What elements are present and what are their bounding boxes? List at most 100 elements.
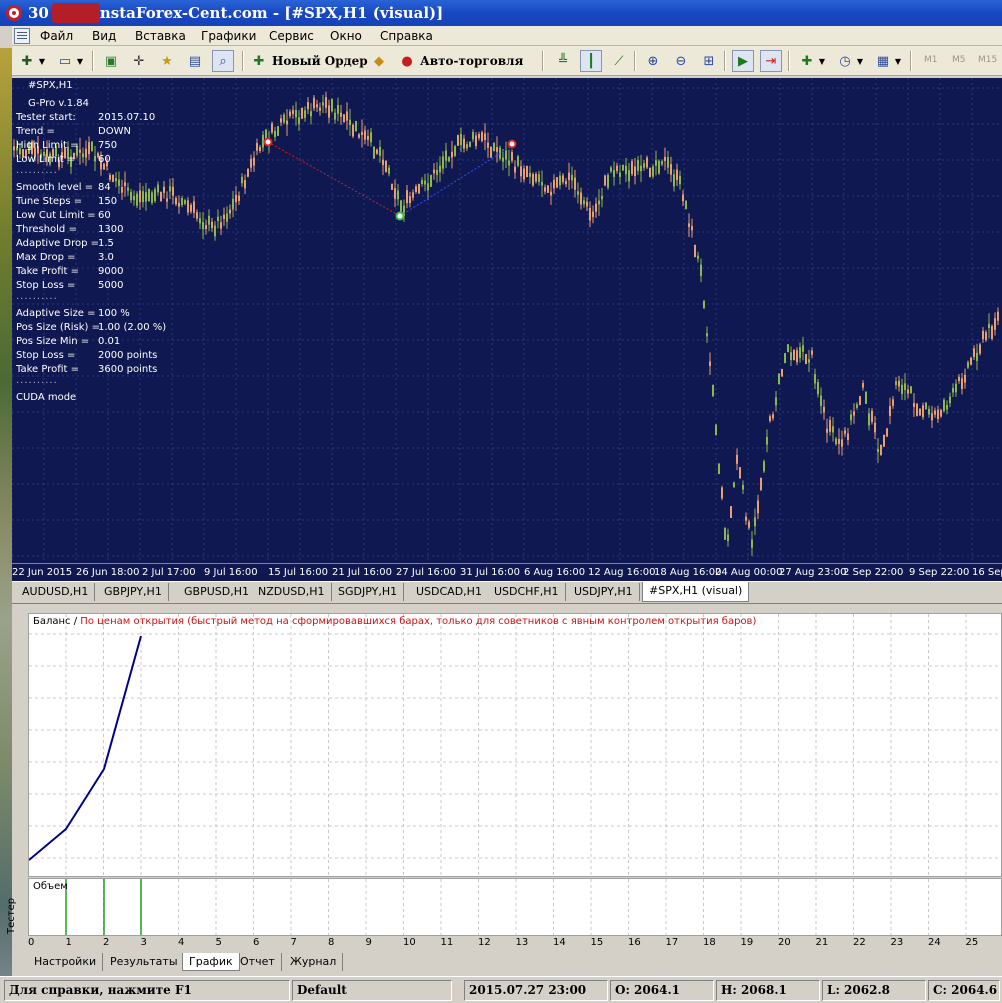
candle-body <box>682 194 684 202</box>
menu-insert[interactable]: Вставка <box>135 29 186 43</box>
candle-body <box>388 167 390 174</box>
chart-tab[interactable]: USDCHF,H1 <box>488 583 566 601</box>
candle-body <box>997 311 999 321</box>
periods-icon[interactable]: ◷ <box>834 50 856 72</box>
timeframe-m5[interactable]: M5 <box>952 55 966 65</box>
chart-tab[interactable]: AUDUSD,H1 <box>16 583 96 601</box>
chart-tab[interactable]: GBPUSD,H1 <box>178 583 256 601</box>
chart-tabs: AUDUSD,H1 GBPJPY,H1 GBPUSD,H1 NZDUSD,H1 SGDJ… <box>12 581 1002 602</box>
document-icon[interactable] <box>14 28 30 44</box>
menu-help[interactable]: Справка <box>380 29 433 43</box>
candle-body <box>115 178 117 182</box>
tester-tab[interactable]: Результаты <box>104 953 185 971</box>
candle-body <box>937 409 939 419</box>
candle-body <box>811 350 813 355</box>
candle-body <box>334 112 336 120</box>
candle-body <box>430 174 432 187</box>
menu-charts[interactable]: Графики <box>201 29 256 43</box>
candle-body <box>529 172 531 177</box>
chart-tab[interactable]: SGDJPY,H1 <box>332 583 405 601</box>
candle-body <box>601 195 603 200</box>
info-label: High Limit = <box>16 140 79 151</box>
zoom-in-icon[interactable]: ⊕ <box>642 50 664 72</box>
line-chart-icon[interactable]: ⟋ <box>608 50 630 72</box>
candlestick-icon[interactable]: ┃ <box>580 50 602 72</box>
candle-body <box>466 144 468 149</box>
dropdown-arrow-icon[interactable]: ▼ <box>892 50 904 72</box>
candle-body <box>460 134 462 146</box>
candle-body <box>724 527 726 540</box>
dropdown-arrow-icon[interactable]: ▼ <box>816 50 828 72</box>
candle-body <box>616 165 618 171</box>
candle-body <box>892 399 894 406</box>
tester-tab[interactable]: Журнал <box>284 953 344 971</box>
candle-body <box>676 169 678 180</box>
new-order-button[interactable]: Новый Ордер <box>272 54 368 68</box>
indicators-icon[interactable]: ✚ <box>796 50 818 72</box>
candle-body <box>283 114 285 123</box>
candle-body <box>718 463 720 475</box>
candle-body <box>781 368 783 377</box>
candle-body <box>829 420 831 432</box>
chart-tab[interactable]: USDCAD,H1 <box>410 583 489 601</box>
terminal-icon[interactable]: ▤ <box>184 50 206 72</box>
menu-file[interactable]: Файл <box>40 29 73 43</box>
candle-body <box>523 168 525 180</box>
templates-icon[interactable]: ▦ <box>872 50 894 72</box>
crosshair-icon[interactable]: ✛ <box>128 50 150 72</box>
chart-tab[interactable]: USDJPY,H1 <box>568 583 640 601</box>
strategy-tester-icon[interactable]: ⌕ <box>212 50 234 72</box>
trade-tick-label: 5 <box>215 937 222 948</box>
new-order-icon[interactable]: ✚ <box>248 50 270 72</box>
tester-tab[interactable]: Настройки <box>28 953 104 971</box>
tile-windows-icon[interactable]: ⊞ <box>698 50 720 72</box>
dropdown-arrow-icon[interactable]: ▼ <box>854 50 866 72</box>
candle-body <box>289 111 291 117</box>
price-chart[interactable]: #SPX,H1 G-Pro v.1.84 Tester start: 2015.07… <box>12 78 1002 581</box>
candle-body <box>985 332 987 340</box>
navigator-icon[interactable]: ★ <box>156 50 178 72</box>
candle-body <box>337 105 339 114</box>
menu-view[interactable]: Вид <box>92 29 116 43</box>
profiles-icon[interactable]: ▭ <box>54 50 76 72</box>
candle-body <box>190 204 192 212</box>
candle-body <box>961 378 963 390</box>
dropdown-arrow-icon[interactable]: ▼ <box>74 50 86 72</box>
chart-shift-icon[interactable]: ⇥ <box>760 50 782 72</box>
menu-window[interactable]: Окно <box>330 29 362 43</box>
info-label: Tune Steps = <box>16 196 83 207</box>
chart-tab[interactable]: NZDUSD,H1 <box>252 583 332 601</box>
bar-chart-icon[interactable]: ╩ <box>552 50 574 72</box>
auto-trading-button[interactable]: Авто-торговля <box>420 54 523 68</box>
title-bar[interactable]: 30 InstaForex-Cent.com - [#SPX,H1 (visual… <box>0 0 1002 26</box>
candle-body <box>292 110 294 115</box>
timeframe-m15[interactable]: M15 <box>978 55 997 65</box>
candle-body <box>328 105 330 118</box>
candle-body <box>766 436 768 445</box>
info-value: 3600 points <box>98 364 158 375</box>
candle-body <box>517 156 519 166</box>
metaeditor-icon[interactable]: ◆ <box>368 50 390 72</box>
candle-body <box>535 173 537 182</box>
candle-body <box>847 433 849 441</box>
tester-tab[interactable]: Отчет <box>234 953 282 971</box>
candle-body <box>817 382 819 395</box>
chart-tab[interactable]: #SPX,H1 (visual) <box>642 582 750 602</box>
auto-trading-icon[interactable]: ● <box>396 50 418 72</box>
market-watch-icon[interactable]: ▣ <box>100 50 122 72</box>
candle-body <box>802 345 804 352</box>
zoom-out-icon[interactable]: ⊖ <box>670 50 692 72</box>
candle-body <box>727 534 729 541</box>
chart-tab[interactable]: GBPJPY,H1 <box>98 583 169 601</box>
model-mode-text: По ценам открытия (быстрый метод на сфор… <box>80 616 757 627</box>
candle-body <box>310 111 312 117</box>
candle-body <box>508 160 510 166</box>
candle-body <box>457 134 459 146</box>
new-chart-icon[interactable]: ✚ <box>16 50 38 72</box>
menu-tools[interactable]: Сервис <box>269 29 314 43</box>
timeframe-m1[interactable]: M1 <box>924 55 938 65</box>
info-label: Low Limit = <box>16 154 76 165</box>
dropdown-arrow-icon[interactable]: ▼ <box>36 50 48 72</box>
tester-tab[interactable]: График <box>182 953 240 971</box>
auto-scroll-icon[interactable]: ▶ <box>732 50 754 72</box>
